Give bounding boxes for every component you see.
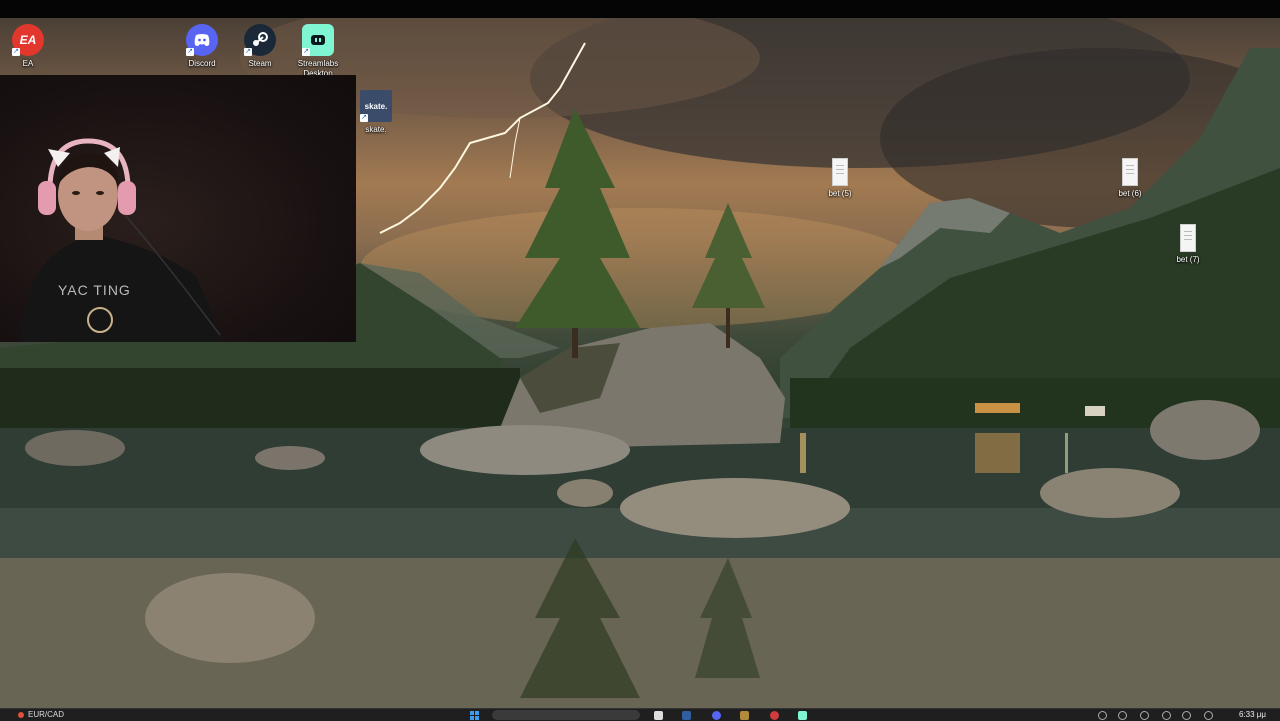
shortcut-arrow-icon: ↗ [302,48,310,56]
windows-logo-icon [470,711,474,715]
taskbar-app[interactable] [682,711,691,720]
desktop-icon-label: bet (7) [1176,255,1200,264]
taskbar-widget[interactable]: EUR/CAD [18,710,64,720]
start-button[interactable] [470,711,479,720]
wifi-icon[interactable] [1162,711,1171,720]
desktop-icon-label: Discord [188,59,216,68]
desktop-icon-steam[interactable]: ↗ Steam [228,24,292,69]
shortcut-arrow-icon: ↗ [360,114,368,122]
desktop-icon-discord[interactable]: ↗ Discord [170,24,234,69]
desktop-icon-label: EA [22,59,34,68]
webcam-person [20,138,221,342]
taskbar-clock[interactable]: 6:33 μμ [1239,710,1266,720]
steam-icon: ↗ [244,24,276,56]
desktop-icon-label: bet (6) [1118,189,1142,198]
file-icon [832,158,848,186]
discord-icon: ↗ [186,24,218,56]
ticker-icon [18,711,24,718]
volume-icon[interactable] [1182,711,1191,720]
shortcut-arrow-icon: ↗ [12,48,20,56]
shirt-text: YAC TING [58,282,131,298]
taskbar: EUR/CAD 6:33 μμ [0,708,1280,721]
tray-icon[interactable] [1118,711,1127,720]
webcam-overlay: YAC TING [0,75,356,342]
letterbox-bar [0,0,1280,18]
ea-icon: EA ↗ [12,24,44,56]
taskbar-app-streamlabs[interactable] [798,711,807,720]
taskbar-app[interactable] [770,711,779,720]
desktop-icon-streamlabs[interactable]: ↗ Streamlabs Desktop [286,24,350,79]
taskbar-search-box[interactable] [492,710,640,720]
taskbar-widget-label: EUR/CAD [28,710,65,719]
desktop-icon-label: Steam [248,59,272,68]
tray-icon[interactable] [1140,711,1149,720]
streamlabs-icon: ↗ [302,24,334,56]
tray-icon[interactable] [1098,711,1107,720]
taskbar-app-file-explorer[interactable] [654,711,663,720]
taskbar-app[interactable] [740,711,749,720]
desktop-icon-bet-5[interactable]: bet (5) [808,158,872,199]
desktop-icon-ea[interactable]: EA ↗ EA [0,24,60,69]
shortcut-arrow-icon: ↗ [244,48,252,56]
file-icon [1180,224,1196,252]
skate-icon: skate. ↗ [360,90,392,122]
desktop-icon-bet-6[interactable]: bet (6) [1098,158,1162,199]
taskbar-app-discord[interactable] [712,711,721,720]
file-icon [1122,158,1138,186]
battery-icon[interactable] [1204,711,1213,720]
desktop-icon-label: bet (5) [828,189,852,198]
desktop-icon-bet-7[interactable]: bet (7) [1156,224,1220,265]
shortcut-arrow-icon: ↗ [186,48,194,56]
